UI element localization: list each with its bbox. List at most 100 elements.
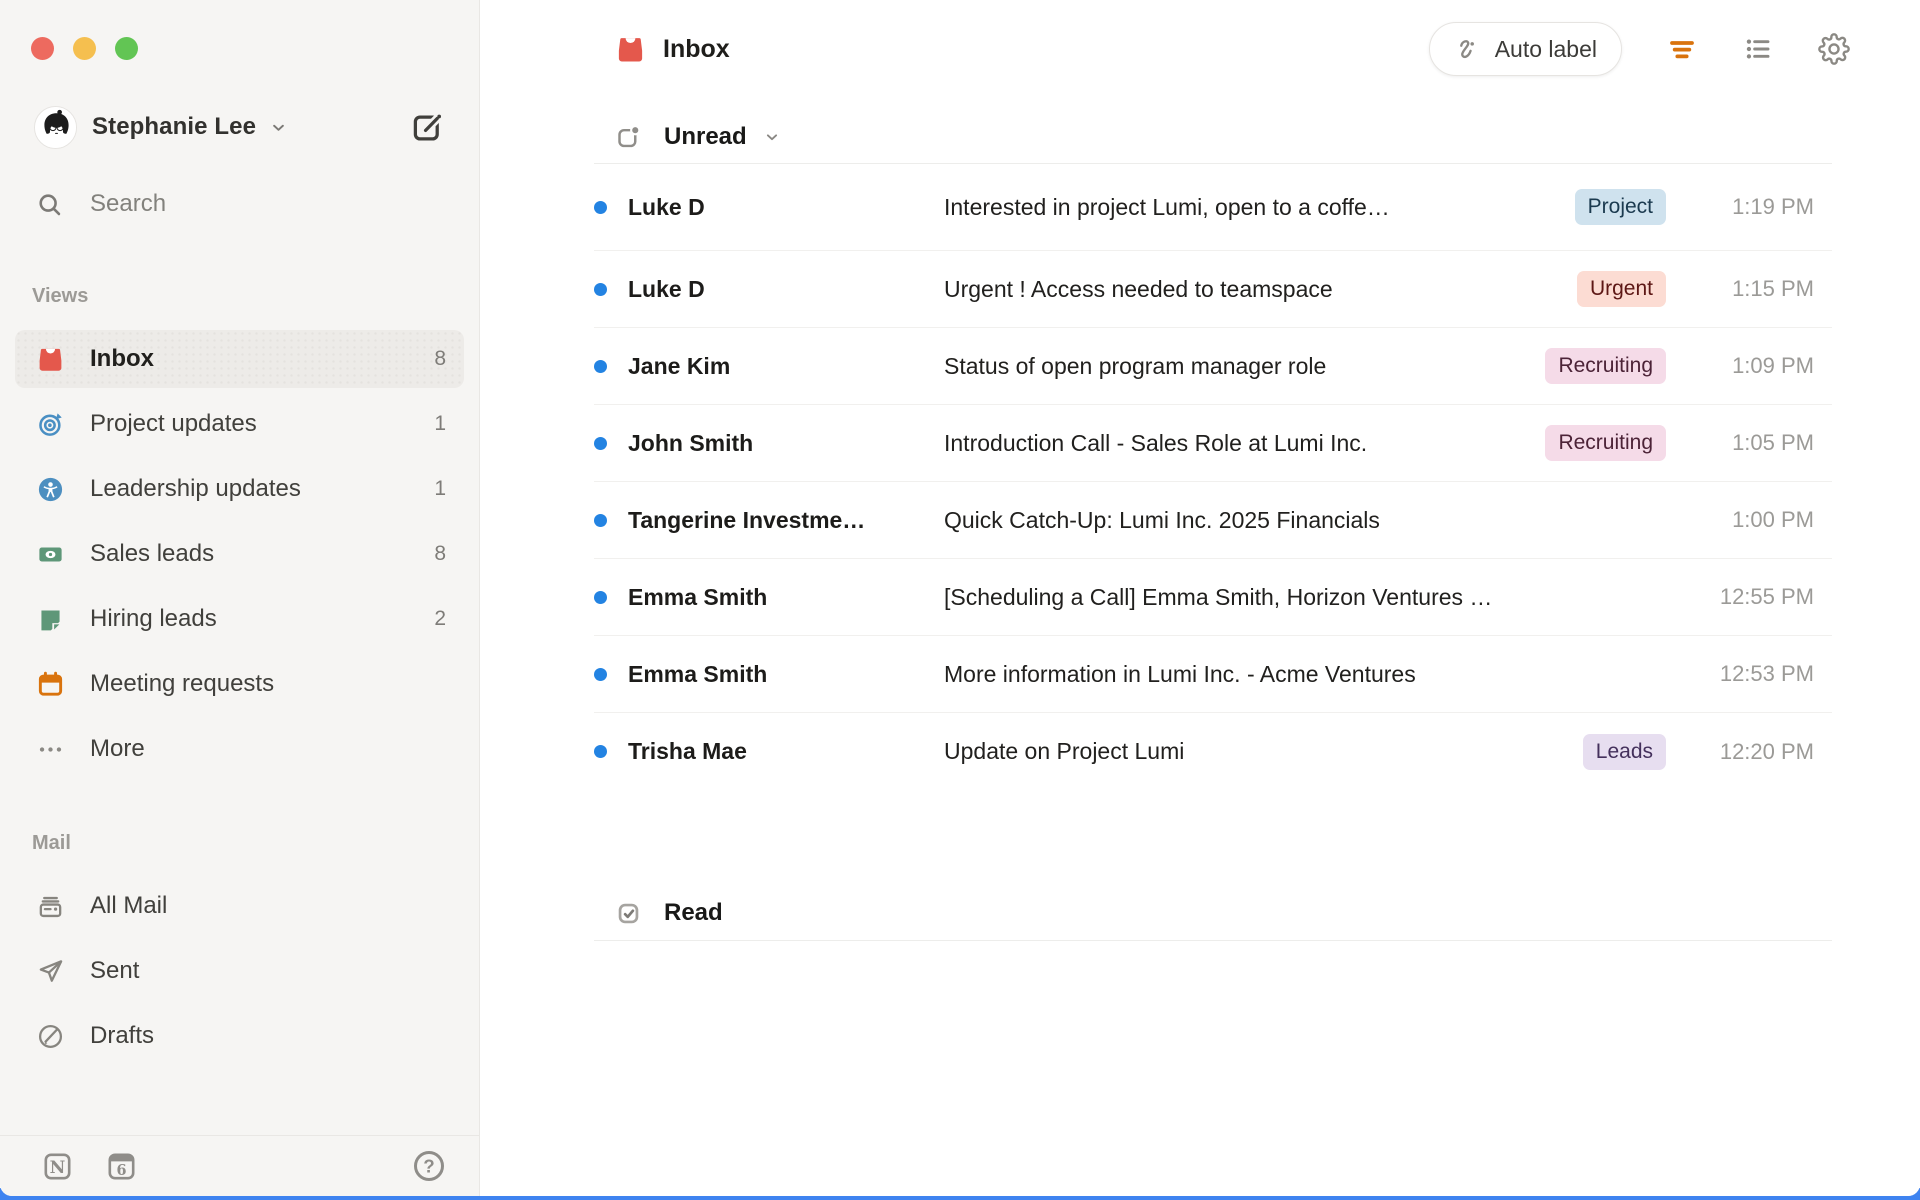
email-time: 1:09 PM [1732,353,1814,378]
email-tag[interactable]: Project [1574,189,1666,225]
calendar-app-icon[interactable] [105,1150,138,1183]
sidebar-item-label: Inbox [90,345,154,372]
compose-icon [410,110,444,144]
unread-indicator-dot [594,667,607,681]
email-list: Luke D Interested in project Lumi, open … [594,164,1832,790]
sidebar-item-icon [36,1022,65,1051]
email-sender: Emma Smith [628,660,768,687]
email-tag[interactable]: Leads [1582,733,1666,770]
email-subject: Quick Catch-Up: Lumi Inc. 2025 Financial… [944,506,1380,533]
email-subject: Interested in project Lumi, open to a co… [944,193,1390,220]
list-view-icon [1742,33,1774,65]
email-time: 1:00 PM [1732,507,1814,532]
sidebar-item-icon [36,475,65,504]
email-time: 1:05 PM [1732,430,1814,455]
email-row[interactable]: Emma Smith [Scheduling a Call] Emma Smit… [594,559,1832,636]
sidebar-item-hiring-leads[interactable]: Hiring leads 2 [15,590,464,648]
sidebar-item-meeting-requests[interactable]: Meeting requests [15,655,464,713]
filter-button[interactable] [1666,33,1698,65]
main-header: Inbox Auto label [615,20,1850,78]
sidebar-item-icon [36,735,65,764]
email-row[interactable]: John Smith Introduction Call - Sales Rol… [594,405,1832,482]
gear-icon [1818,33,1850,65]
compose-button[interactable] [410,110,444,144]
account-name: Stephanie Lee [92,113,257,140]
unread-indicator-dot [594,436,607,450]
sidebar-item-label: Leadership updates [90,475,301,502]
email-sender: Luke D [628,193,705,220]
sidebar-item-sent[interactable]: Sent [15,942,464,1000]
settings-button[interactable] [1818,33,1850,65]
email-sender: Emma Smith [628,583,768,610]
email-row[interactable]: Trisha Mae Update on Project Lumi Leads … [594,713,1832,790]
email-tag[interactable]: Recruiting [1545,425,1666,461]
read-section-header[interactable]: Read [615,888,723,938]
account-switcher[interactable]: Stephanie Lee [34,105,444,149]
sidebar-item-label: Sent [90,957,140,984]
section-label-mail: Mail [32,832,71,854]
email-row[interactable]: Tangerine Investme… Quick Catch-Up: Lumi… [594,482,1832,559]
auto-label-text: Auto label [1494,35,1597,62]
sidebar-item-sales-leads[interactable]: Sales leads 8 [15,525,464,583]
email-time: 1:15 PM [1732,276,1814,301]
sidebar-item-icon [36,892,65,921]
unread-count-badge: 1 [434,412,446,435]
email-subject: More information in Lumi Inc. - Acme Ven… [944,660,1416,687]
search-icon [36,191,63,218]
chevron-down-icon [762,127,782,147]
notion-logo-icon[interactable] [41,1150,74,1183]
display-options-button[interactable] [1742,33,1774,65]
email-sender: Luke D [628,275,705,302]
read-label: Read [664,899,723,926]
unread-label: Unread [664,123,747,150]
email-subject: Urgent ! Access needed to teamspace [944,275,1333,302]
sidebar-item-leadership-updates[interactable]: Leadership updates 1 [15,460,464,518]
sidebar-item-icon [36,410,65,439]
minimize-button[interactable] [73,37,96,60]
header-actions: Auto label [1428,22,1850,76]
window-controls [31,37,138,60]
unread-indicator-dot [594,359,607,373]
views-section: Views Inbox 8 Project updates 1 Leadersh… [0,284,479,785]
email-subject: [Scheduling a Call] Emma Smith, Horizon … [944,583,1493,610]
page-title: Inbox [663,34,730,63]
unread-indicator-dot [594,590,607,604]
help-button[interactable] [411,1148,447,1184]
search-label: Search [90,190,167,217]
unread-indicator-dot [594,745,607,758]
sidebar-item-icon [36,345,65,374]
email-time: 12:55 PM [1719,584,1814,609]
zoom-button[interactable] [115,37,138,60]
sidebar-item-label: More [90,735,145,762]
email-row[interactable]: Luke D Interested in project Lumi, open … [594,164,1832,251]
inbox-icon [615,34,646,65]
email-row[interactable]: Emma Smith More information in Lumi Inc.… [594,636,1832,713]
unread-count-badge: 2 [434,607,446,630]
close-button[interactable] [31,37,54,60]
sidebar-item-label: Sales leads [90,540,215,567]
search-button[interactable]: Search [36,182,449,226]
email-tag[interactable]: Recruiting [1545,348,1666,384]
email-row[interactable]: Luke D Urgent ! Access needed to teamspa… [594,251,1832,328]
sidebar-item-icon [36,957,65,986]
email-time: 12:20 PM [1719,738,1814,764]
sidebar-item-all-mail[interactable]: All Mail [15,877,464,935]
auto-label-button[interactable]: Auto label [1428,22,1622,76]
unread-indicator-dot [594,200,607,214]
email-tag[interactable]: Urgent [1576,271,1666,307]
email-sender: Trisha Mae [628,738,747,764]
sidebar-item-label: Project updates [90,410,257,437]
unread-section-header[interactable]: Unread [615,112,782,162]
unread-count-badge: 8 [434,347,446,370]
sidebar-item-drafts[interactable]: Drafts [15,1007,464,1065]
email-row[interactable]: Jane Kim Status of open program manager … [594,328,1832,405]
email-time: 1:19 PM [1732,194,1814,219]
main-content: Inbox Auto label Unread Luke D Intereste… [481,0,1920,1196]
sidebar-item-project-updates[interactable]: Project updates 1 [15,395,464,453]
unread-icon [615,124,642,151]
unread-count-badge: 1 [434,477,446,500]
sidebar-item-inbox[interactable]: Inbox 8 [15,330,464,388]
chevron-down-icon [268,117,289,138]
email-sender: Jane Kim [628,352,731,379]
sidebar-item-more[interactable]: More [15,720,464,778]
